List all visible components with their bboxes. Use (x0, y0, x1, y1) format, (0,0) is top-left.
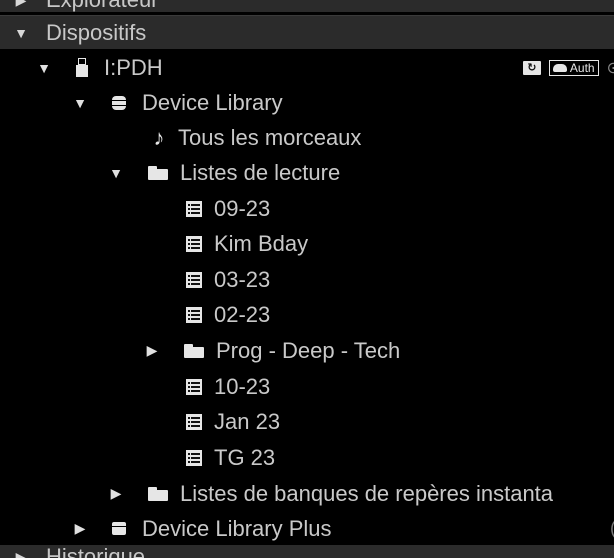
playlist-icon (186, 378, 202, 395)
expanded-arrow-icon[interactable]: ▼ (36, 60, 52, 76)
expanded-arrow-icon[interactable]: ▼ (14, 25, 28, 41)
cloud-icon (552, 63, 567, 72)
collapsed-arrow-icon[interactable]: ▶ (14, 549, 28, 558)
section-history[interactable]: ▶ Historique (0, 544, 614, 558)
section-explorer[interactable]: ▶ Explorateur (0, 0, 614, 12)
database-icon (112, 95, 126, 110)
tree-item-playlist[interactable]: Kim Bday (0, 226, 614, 261)
tree-item-playlist[interactable]: 10-23 (0, 369, 614, 404)
collapsed-arrow-icon[interactable]: ▶ (144, 342, 160, 359)
playlist-icon (186, 200, 202, 217)
tree-item-all-tracks[interactable]: ♪ Tous les morceaux (0, 120, 614, 155)
tree-item-label: 10-23 (214, 373, 271, 399)
tree-item-playlists-folder[interactable]: ▼ Listes de lecture (0, 155, 614, 190)
auth-badge[interactable]: Auth (548, 59, 599, 76)
auth-label: Auth (569, 60, 595, 75)
playlist-icon (186, 271, 202, 288)
tree-item-label: 09-23 (214, 195, 271, 221)
device-badges: ↻ Auth ⊙ (522, 50, 614, 85)
tree-item-label: Listes de banques de repères instanta (180, 480, 554, 506)
section-devices[interactable]: ▼ Dispositifs (0, 15, 614, 49)
expanded-arrow-icon[interactable]: ▼ (108, 165, 124, 181)
playlist-icon (186, 235, 202, 252)
tree-item-device-library[interactable]: ▼ Device Library (0, 85, 614, 120)
tree-item-playlist[interactable]: TG 23 (0, 440, 614, 475)
edge-icon: ( (610, 518, 614, 539)
tree-item-label: Device Library Plus (142, 515, 332, 541)
playlist-icon (186, 306, 202, 323)
tree-item-label: 03-23 (214, 266, 271, 292)
section-explorer-label: Explorateur (46, 0, 159, 13)
collapsed-arrow-icon[interactable]: ▶ (72, 520, 88, 537)
collapsed-arrow-icon[interactable]: ▶ (108, 485, 124, 502)
media-browser: ▶ Explorateur ▼ Dispositifs ▼ I:PDH ↻ Au… (0, 0, 614, 558)
tree-item-hotcue-banks[interactable]: ▶ Listes de banques de repères instanta (0, 476, 614, 511)
tree-item-label: Device Library (142, 89, 283, 115)
folder-icon (148, 165, 168, 180)
tree-item-playlist[interactable]: 03-23 (0, 262, 614, 297)
collapsed-arrow-icon[interactable]: ▶ (14, 0, 28, 9)
tree-item-playlist[interactable]: 09-23 (0, 191, 614, 226)
device-name: I:PDH (104, 54, 163, 80)
section-devices-label: Dispositifs (46, 19, 147, 45)
section-history-label: Historique (46, 544, 146, 558)
device-library-plus-icon (112, 522, 126, 535)
tree-item-device[interactable]: ▼ I:PDH ↻ Auth ⊙ (0, 50, 614, 85)
tree-item-label: Tous les morceaux (178, 124, 362, 150)
eject-icon[interactable]: ⊙ (607, 58, 614, 78)
tree-item-label: Jan 23 (214, 408, 281, 434)
sync-icon[interactable]: ↻ (522, 60, 541, 75)
folder-icon (148, 486, 168, 501)
tree-item-label: Listes de lecture (180, 159, 341, 185)
tree-item-playlist[interactable]: Jan 23 (0, 404, 614, 439)
tree-item-label: 02-23 (214, 301, 271, 327)
tree-item-label: Kim Bday (214, 230, 309, 256)
playlist-icon (186, 449, 202, 466)
expanded-arrow-icon[interactable]: ▼ (72, 95, 88, 111)
tree-item-subfolder[interactable]: ▶ Prog - Deep - Tech (0, 333, 614, 368)
tree-item-playlist[interactable]: 02-23 (0, 297, 614, 332)
music-note-icon: ♪ (153, 124, 165, 150)
tree-item-label: Prog - Deep - Tech (216, 337, 401, 363)
folder-icon (184, 343, 204, 358)
tree-item-device-library-plus[interactable]: ▶ Device Library Plus ( (0, 511, 614, 546)
playlist-icon (186, 413, 202, 430)
tree-item-label: TG 23 (214, 444, 276, 470)
usb-drive-icon (76, 57, 88, 78)
